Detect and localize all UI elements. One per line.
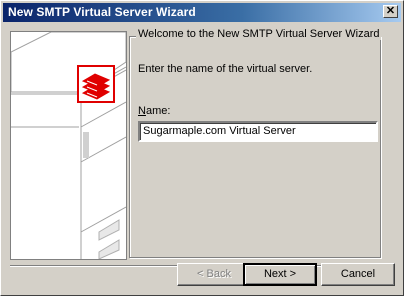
groupbox-title: Welcome to the New SMTP Virtual Server W… [136,28,382,40]
name-label-accelerator: N [138,105,146,117]
next-button[interactable]: Next > [243,263,317,286]
title-bar[interactable]: New SMTP Virtual Server Wizard ✕ [3,3,401,22]
name-label: Name: [138,105,170,117]
wizard-window: New SMTP Virtual Server Wizard ✕ Welcome… [0,0,404,296]
back-button[interactable]: < Back [177,263,251,286]
mail-envelope-icon [77,65,115,103]
virtual-server-name-input[interactable]: Sugarmaple.com Virtual Server [138,121,378,142]
wizard-client-area: Welcome to the New SMTP Virtual Server W… [3,24,401,293]
cancel-button[interactable]: Cancel [321,263,395,286]
name-label-rest: ame: [145,105,171,117]
wizard-side-graphic [10,31,127,260]
window-title: New SMTP Virtual Server Wizard [8,5,196,19]
instruction-text: Enter the name of the virtual server. [138,63,313,75]
close-button[interactable]: ✕ [383,5,398,18]
